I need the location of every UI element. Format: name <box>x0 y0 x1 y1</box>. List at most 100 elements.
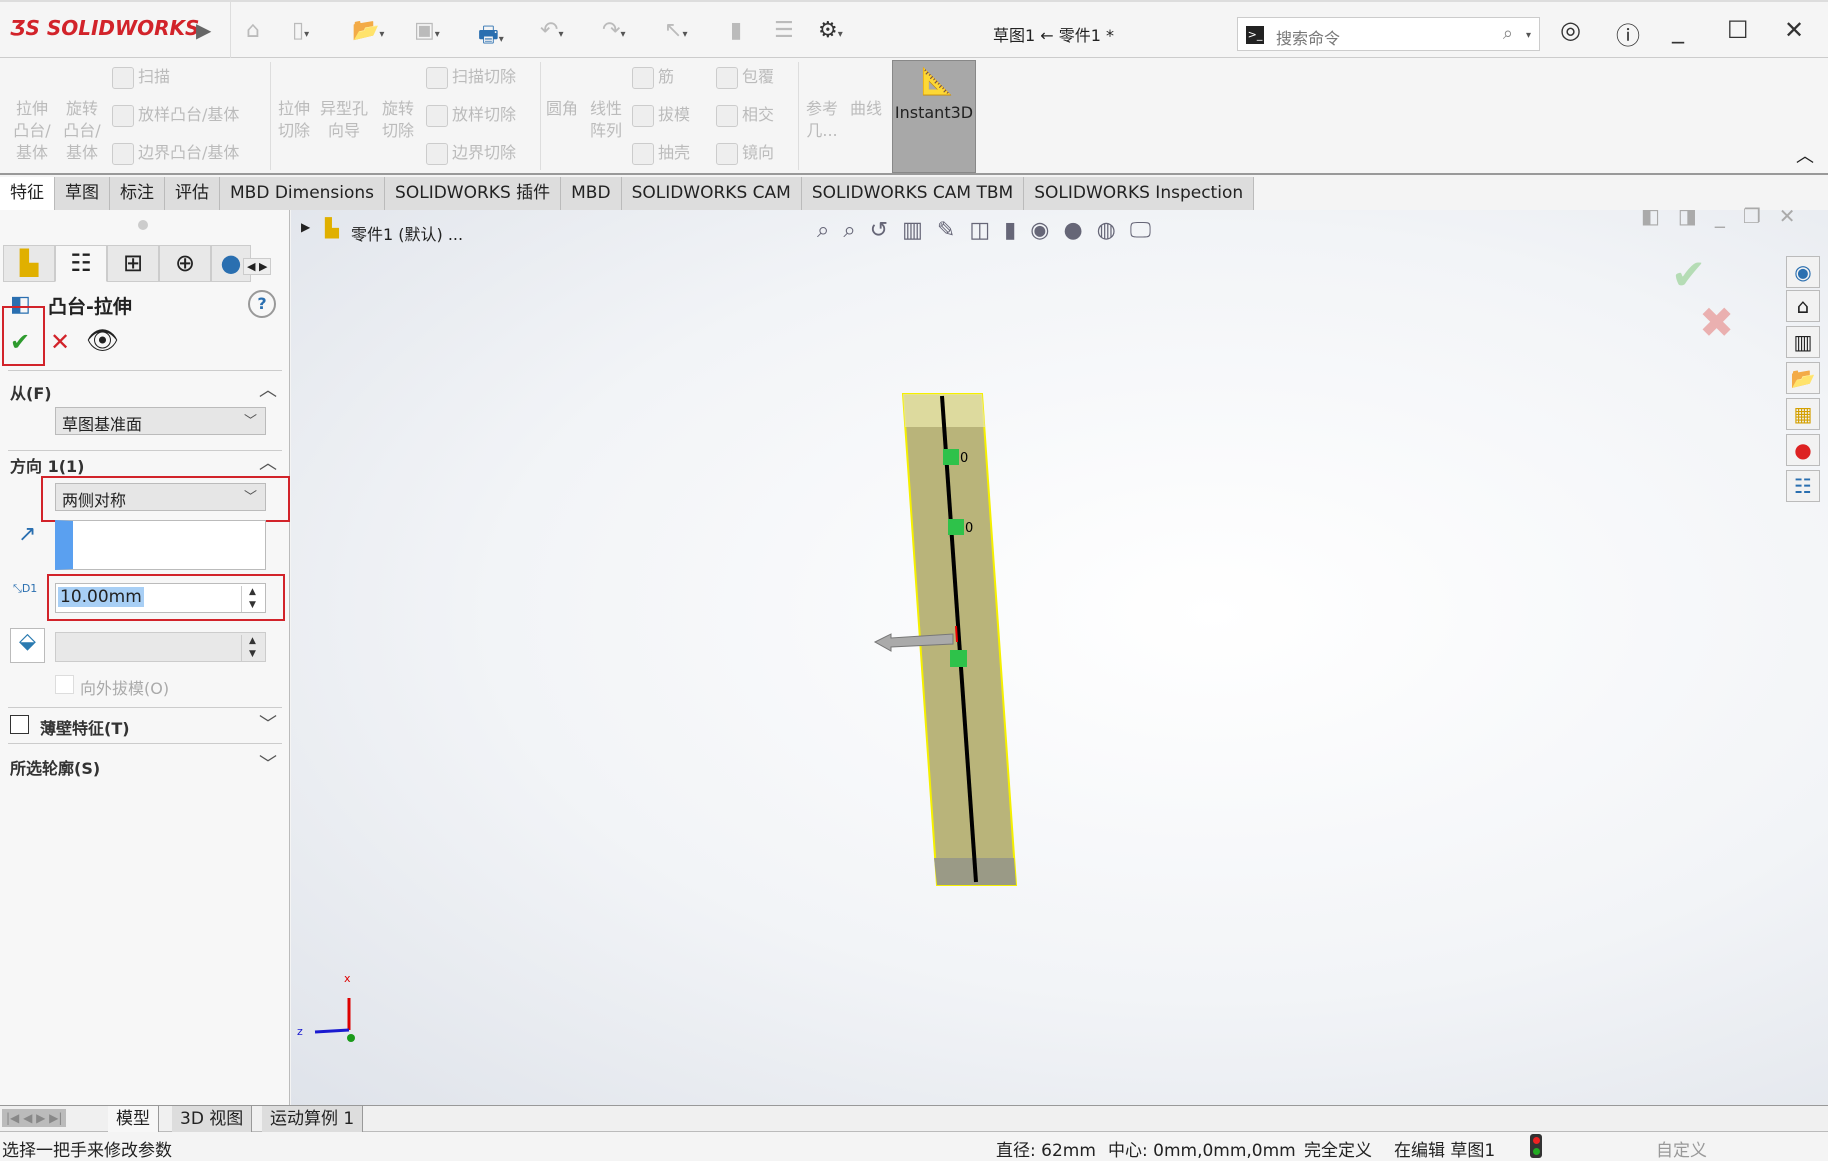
open-file-icon[interactable]: 📂▾ <box>352 18 384 43</box>
extrude-cut-button[interactable]: 拉伸切除 <box>274 98 314 142</box>
options-gear-icon[interactable]: ⚙▾ <box>818 18 843 43</box>
help-icon[interactable]: ? <box>248 290 276 318</box>
ok-check-button[interactable]: ✔ <box>10 328 30 356</box>
feature-manager-tab-icon[interactable]: ▙ <box>3 245 55 282</box>
tab-model[interactable]: 模型 <box>108 1106 159 1132</box>
loft-cut-button[interactable]: 放样切除 <box>426 104 516 127</box>
graphics-area[interactable]: ▶ ▙ 零件1 (默认) ... ⌕⌕↺▥✎◫▮◉●◍🖵 ◧◨_❐✕ ✔ ✖ 0… <box>291 204 1828 1105</box>
panel-tab-scroll-arrows[interactable]: ◀ ▶ <box>243 258 272 275</box>
tab-mbd-dimensions[interactable]: MBD Dimensions <box>220 177 386 210</box>
file-explorer-icon[interactable]: 📂 <box>1786 362 1820 394</box>
tab-sketch[interactable]: 草图 <box>55 177 110 210</box>
thin-feature-checkbox[interactable] <box>10 715 29 734</box>
property-manager-tab-icon[interactable]: ☷ <box>55 245 107 282</box>
shell-button[interactable]: 抽壳 <box>632 142 690 165</box>
instant3d-button[interactable]: 📐 Instant3D <box>892 60 976 173</box>
configuration-manager-tab-icon[interactable]: ⊞ <box>107 245 159 282</box>
tab-features[interactable]: 特征 <box>0 177 55 210</box>
from-select[interactable]: 草图基准面 ﹀ <box>55 407 266 435</box>
draft-angle-spinner[interactable]: ▲ ▼ <box>241 635 263 661</box>
loft-button[interactable]: 放样凸台/基体 <box>112 104 239 127</box>
print-icon[interactable]: 🖶▾ <box>478 18 504 56</box>
boundary-cut-button[interactable]: 边界切除 <box>426 142 516 165</box>
undo-icon[interactable]: ↶▾ <box>540 18 563 43</box>
chevron-down-icon[interactable]: ▾ <box>1526 30 1531 41</box>
extrude-boss-button[interactable]: 拉伸凸台/基体 <box>10 98 54 164</box>
help-icon[interactable]: ⓘ <box>1616 16 1640 51</box>
search-icon[interactable]: ⌕ <box>1503 23 1513 44</box>
draft-on-off-button[interactable]: ⬙ <box>10 628 45 663</box>
menu-expand-icon[interactable]: ▶ <box>196 18 211 42</box>
preview-eye-icon[interactable]: 👁 <box>86 326 119 356</box>
sweep-button[interactable]: 扫描 <box>112 66 170 89</box>
rebuild-icon[interactable]: ▮ <box>730 18 742 43</box>
fillet-button[interactable]: 圆角 <box>544 98 580 120</box>
dimxpert-tab-icon[interactable]: ⊕ <box>159 245 211 282</box>
user-icon[interactable]: ◎ <box>1560 16 1581 44</box>
sweep-cut-button[interactable]: 扫描切除 <box>426 66 516 89</box>
tab-solidworks-addins[interactable]: SOLIDWORKS 插件 <box>385 177 562 210</box>
depth-input[interactable]: 10.00mm ▲ ▼ <box>55 583 266 613</box>
design-library-icon[interactable]: ▥ <box>1786 326 1820 358</box>
search-commands-input[interactable]: >_ 搜索命令 ⌕ ▾ <box>1237 17 1540 51</box>
chevron-up-icon[interactable]: ︿ <box>259 449 277 475</box>
solidworks-logo[interactable]: ƷS SOLIDWORKS <box>10 16 199 40</box>
tab-solidworks-inspection[interactable]: SOLIDWORKS Inspection <box>1024 177 1255 210</box>
solidworks-resources-icon[interactable]: ◉ <box>1786 256 1820 288</box>
triad-x-label: x <box>344 972 351 985</box>
draft-outward-label: 向外拔模(O) <box>80 679 170 698</box>
units-custom[interactable]: 自定义 <box>1656 1136 1707 1161</box>
revolve-boss-button[interactable]: 旋转凸台/基体 <box>60 98 104 164</box>
curves-button[interactable]: 曲线 <box>846 98 886 120</box>
tab-solidworks-cam-tbm[interactable]: SOLIDWORKS CAM TBM <box>801 177 1025 210</box>
rib-button[interactable]: 筋 <box>632 66 674 89</box>
draft-angle-input[interactable]: ▲ ▼ <box>55 632 266 662</box>
reverse-direction-arrow-icon[interactable]: ↗ <box>18 522 36 547</box>
mirror-button[interactable]: 镜向 <box>716 142 774 165</box>
chevron-down-icon[interactable]: ﹀ <box>259 750 277 776</box>
model-view[interactable]: 0 0 x z <box>291 210 1828 1105</box>
boundary-boss-button[interactable]: 边界凸台/基体 <box>112 142 239 165</box>
linear-pattern-button[interactable]: 线性阵列 <box>586 98 626 142</box>
maximize-button[interactable]: ☐ <box>1727 16 1749 44</box>
minimize-button[interactable]: _ <box>1672 16 1684 44</box>
from-section-header[interactable]: 从(F) <box>10 380 52 404</box>
file-properties-icon[interactable]: ☰ <box>774 18 794 43</box>
custom-properties-icon[interactable]: ☷ <box>1786 470 1820 502</box>
new-file-icon[interactable]: ▯▾ <box>292 18 309 43</box>
panel-splitter-handle[interactable] <box>138 220 148 230</box>
direction-selection-box[interactable] <box>55 520 266 570</box>
tab-evaluate[interactable]: 评估 <box>165 177 220 210</box>
revolve-cut-button[interactable]: 旋转切除 <box>376 98 420 142</box>
select-icon[interactable]: ↖▾ <box>664 18 687 43</box>
appearances-icon[interactable]: ● <box>1786 434 1820 466</box>
wrap-button[interactable]: 包覆 <box>716 66 774 89</box>
intersect-button[interactable]: 相交 <box>716 104 774 127</box>
tab-markup[interactable]: 标注 <box>110 177 165 210</box>
tab-solidworks-cam[interactable]: SOLIDWORKS CAM <box>621 177 802 210</box>
chevron-up-icon[interactable]: ︿ <box>259 376 277 402</box>
draft-outward-checkbox[interactable] <box>55 675 74 694</box>
thin-feature-header[interactable]: 薄壁特征(T) <box>40 715 130 739</box>
end-condition-select[interactable]: 两侧对称 ﹀ <box>55 483 266 511</box>
chevron-down-icon[interactable]: ﹀ <box>259 710 277 736</box>
tab-mbd[interactable]: MBD <box>561 177 622 210</box>
rebuild-traffic-light-icon[interactable] <box>1530 1134 1542 1158</box>
collapse-ribbon-icon[interactable]: ︿ <box>1796 142 1814 168</box>
design-library-home-icon[interactable]: ⌂ <box>1786 290 1820 322</box>
tab-motion-study-1[interactable]: 运动算例 1 <box>262 1106 364 1132</box>
save-icon[interactable]: ▣▾ <box>414 18 440 43</box>
tab-3d-views[interactable]: 3D 视图 <box>172 1106 253 1132</box>
selected-contours-header[interactable]: 所选轮廓(S) <box>10 755 100 779</box>
view-palette-icon[interactable]: ▦ <box>1786 398 1820 430</box>
depth-spinner[interactable]: ▲ ▼ <box>241 586 263 612</box>
cancel-x-button[interactable]: ✕ <box>50 328 70 356</box>
reference-geometry-button[interactable]: 参考几... <box>802 98 842 142</box>
hole-wizard-button[interactable]: 异型孔向导 <box>318 98 370 142</box>
tab-scroll-buttons[interactable]: |◀ ◀ ▶ ▶| <box>2 1109 67 1127</box>
redo-icon[interactable]: ↷▾ <box>602 18 625 43</box>
close-button[interactable]: ✕ <box>1784 16 1804 44</box>
direction1-section-header[interactable]: 方向 1(1) <box>10 453 84 477</box>
draft-button[interactable]: 拔模 <box>632 104 690 127</box>
home-icon[interactable]: ⌂ <box>246 18 260 43</box>
